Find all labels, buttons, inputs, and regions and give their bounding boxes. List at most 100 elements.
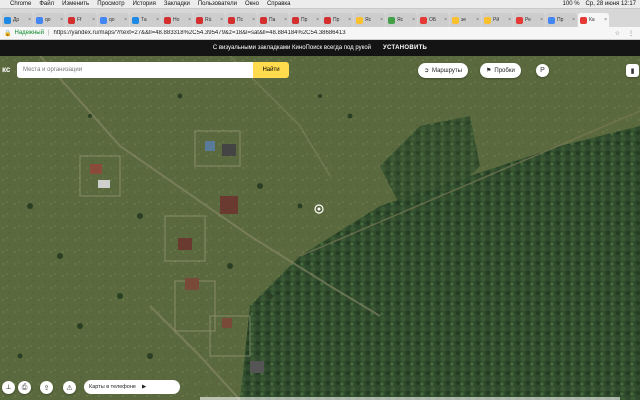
tab-label: зе	[461, 17, 467, 23]
share-icon[interactable]: ⇪	[40, 381, 53, 394]
tab-close-icon[interactable]: ×	[124, 17, 127, 23]
tab-label: Рй	[493, 17, 500, 23]
menu-users[interactable]: Пользователи	[198, 1, 237, 7]
tab-favicon-icon	[516, 16, 523, 24]
lock-icon[interactable]: 🔒	[4, 30, 11, 37]
tab-label: Но	[173, 17, 180, 23]
tab-close-icon[interactable]: ×	[572, 17, 575, 23]
tab-favicon-icon	[324, 16, 331, 24]
tab-close-icon[interactable]: ×	[92, 17, 95, 23]
tab-label: Пр	[557, 17, 564, 23]
browser-tab[interactable]: Ff ×	[66, 13, 97, 27]
android-store-icon[interactable]: ▶	[142, 384, 146, 390]
tab-close-icon[interactable]: ×	[380, 17, 383, 23]
tab-favicon-icon	[548, 16, 555, 24]
url-field[interactable]: https://yandex.ru/maps/?rtext=27&&ll=48.…	[53, 30, 413, 36]
battery-label: 100 %	[562, 1, 580, 7]
datetime-label[interactable]: Ср, 28 июня 12:17	[586, 1, 636, 7]
browser-tab[interactable]: Но ×	[162, 13, 193, 27]
menubar-status: 100 % Ср, 28 июня 12:17	[563, 1, 640, 7]
tab-favicon-icon	[164, 16, 171, 24]
browser-tab[interactable]: Ка ×	[578, 13, 609, 27]
menu-view[interactable]: Просмотр	[97, 1, 124, 7]
browser-tab[interactable]: Др ×	[2, 13, 33, 27]
tab-close-icon[interactable]: ×	[508, 17, 511, 23]
install-button[interactable]: УСТАНОВИТЬ	[383, 45, 427, 51]
tab-label: ОБ	[429, 17, 437, 23]
tab-close-icon[interactable]: ×	[476, 17, 479, 23]
tab-close-icon[interactable]: ×	[444, 17, 447, 23]
warning-icon[interactable]: ⚠	[63, 381, 76, 394]
menu-chrome[interactable]: Chrome	[10, 1, 31, 7]
secure-label[interactable]: Надежный	[14, 30, 43, 36]
mobile-apps-label: Карты в телефоне	[89, 384, 136, 390]
mobile-apps-button[interactable]: Карты в телефоне ▶	[84, 380, 180, 394]
traffic-button[interactable]: ⚑ Пробки	[480, 63, 521, 78]
menu-history[interactable]: История	[133, 1, 156, 7]
menu-help[interactable]: Справка	[267, 1, 291, 7]
ruler-icon[interactable]: ⟂	[2, 381, 15, 394]
browser-menu-icon[interactable]: ⋮	[628, 30, 634, 37]
browser-tab[interactable]: Рй ×	[482, 13, 513, 27]
satellite-image[interactable]	[0, 56, 640, 400]
tab-favicon-icon	[452, 16, 459, 24]
tab-label: Пс	[237, 17, 244, 23]
browser-tab[interactable]: Rü ×	[194, 13, 225, 27]
menu-window[interactable]: Окно	[245, 1, 259, 7]
tab-label: Ре	[525, 17, 531, 23]
search-input[interactable]: Места и организации	[17, 62, 253, 78]
tab-strip: Др × qo × Ff × qo × Та × Но × Rü × Пс × Па × Пр × Пр × Яс × Яс × О…	[0, 9, 640, 27]
tab-label: qo	[45, 17, 51, 23]
browser-tab[interactable]: зе ×	[450, 13, 481, 27]
bookmark-icon[interactable]: ▮	[626, 64, 639, 77]
tab-label: Яс	[397, 17, 404, 23]
bookmark-star-icon[interactable]: ☆	[615, 30, 620, 37]
tab-favicon-icon	[356, 16, 363, 24]
routes-button[interactable]: ➲ Маршруты	[418, 63, 468, 78]
tab-close-icon[interactable]: ×	[284, 17, 287, 23]
tab-label: Др	[13, 17, 20, 23]
tab-close-icon[interactable]: ×	[348, 17, 351, 23]
browser-tab[interactable]: Та ×	[130, 13, 161, 27]
tab-label: Пр	[301, 17, 308, 23]
tab-favicon-icon	[260, 16, 267, 24]
tab-close-icon[interactable]: ×	[188, 17, 191, 23]
tab-close-icon[interactable]: ×	[28, 17, 31, 23]
tab-favicon-icon	[36, 16, 43, 24]
address-separator: |	[47, 30, 50, 36]
browser-tab[interactable]: Пс ×	[226, 13, 257, 27]
browser-tab[interactable]: Па ×	[258, 13, 289, 27]
tab-favicon-icon	[100, 16, 107, 24]
tab-close-icon[interactable]: ×	[412, 17, 415, 23]
menu-file[interactable]: Файл	[39, 1, 54, 7]
menu-edit[interactable]: Изменить	[62, 1, 89, 7]
browser-tab[interactable]: Яс ×	[386, 13, 417, 27]
browser-tab[interactable]: Яс ×	[354, 13, 385, 27]
browser-tab[interactable]: Пр ×	[290, 13, 321, 27]
menu-bookmarks[interactable]: Закладки	[164, 1, 190, 7]
tab-label: Ff	[77, 17, 82, 23]
print-icon[interactable]: ⎙	[18, 381, 31, 394]
route-icon: ➲	[424, 68, 430, 74]
yandex-logo[interactable]: кс	[2, 65, 10, 74]
tab-close-icon[interactable]: ×	[156, 17, 159, 23]
tab-label: Пр	[333, 17, 340, 23]
tab-label: qo	[109, 17, 115, 23]
satellite-map[interactable]	[0, 56, 640, 400]
tab-close-icon[interactable]: ×	[316, 17, 319, 23]
browser-tab[interactable]: Ре ×	[514, 13, 545, 27]
tab-close-icon[interactable]: ×	[604, 17, 607, 23]
find-button[interactable]: Найти	[253, 62, 289, 78]
tab-favicon-icon	[388, 16, 395, 24]
tab-close-icon[interactable]: ×	[540, 17, 543, 23]
browser-tab[interactable]: Пр ×	[546, 13, 577, 27]
browser-tab[interactable]: ОБ ×	[418, 13, 449, 27]
tab-close-icon[interactable]: ×	[252, 17, 255, 23]
browser-tab[interactable]: Пр ×	[322, 13, 353, 27]
tab-close-icon[interactable]: ×	[220, 17, 223, 23]
browser-tab[interactable]: qo ×	[34, 13, 65, 27]
tab-close-icon[interactable]: ×	[60, 17, 63, 23]
tab-favicon-icon	[292, 16, 299, 24]
browser-tab[interactable]: qo ×	[98, 13, 129, 27]
parking-icon[interactable]: P	[536, 64, 549, 77]
